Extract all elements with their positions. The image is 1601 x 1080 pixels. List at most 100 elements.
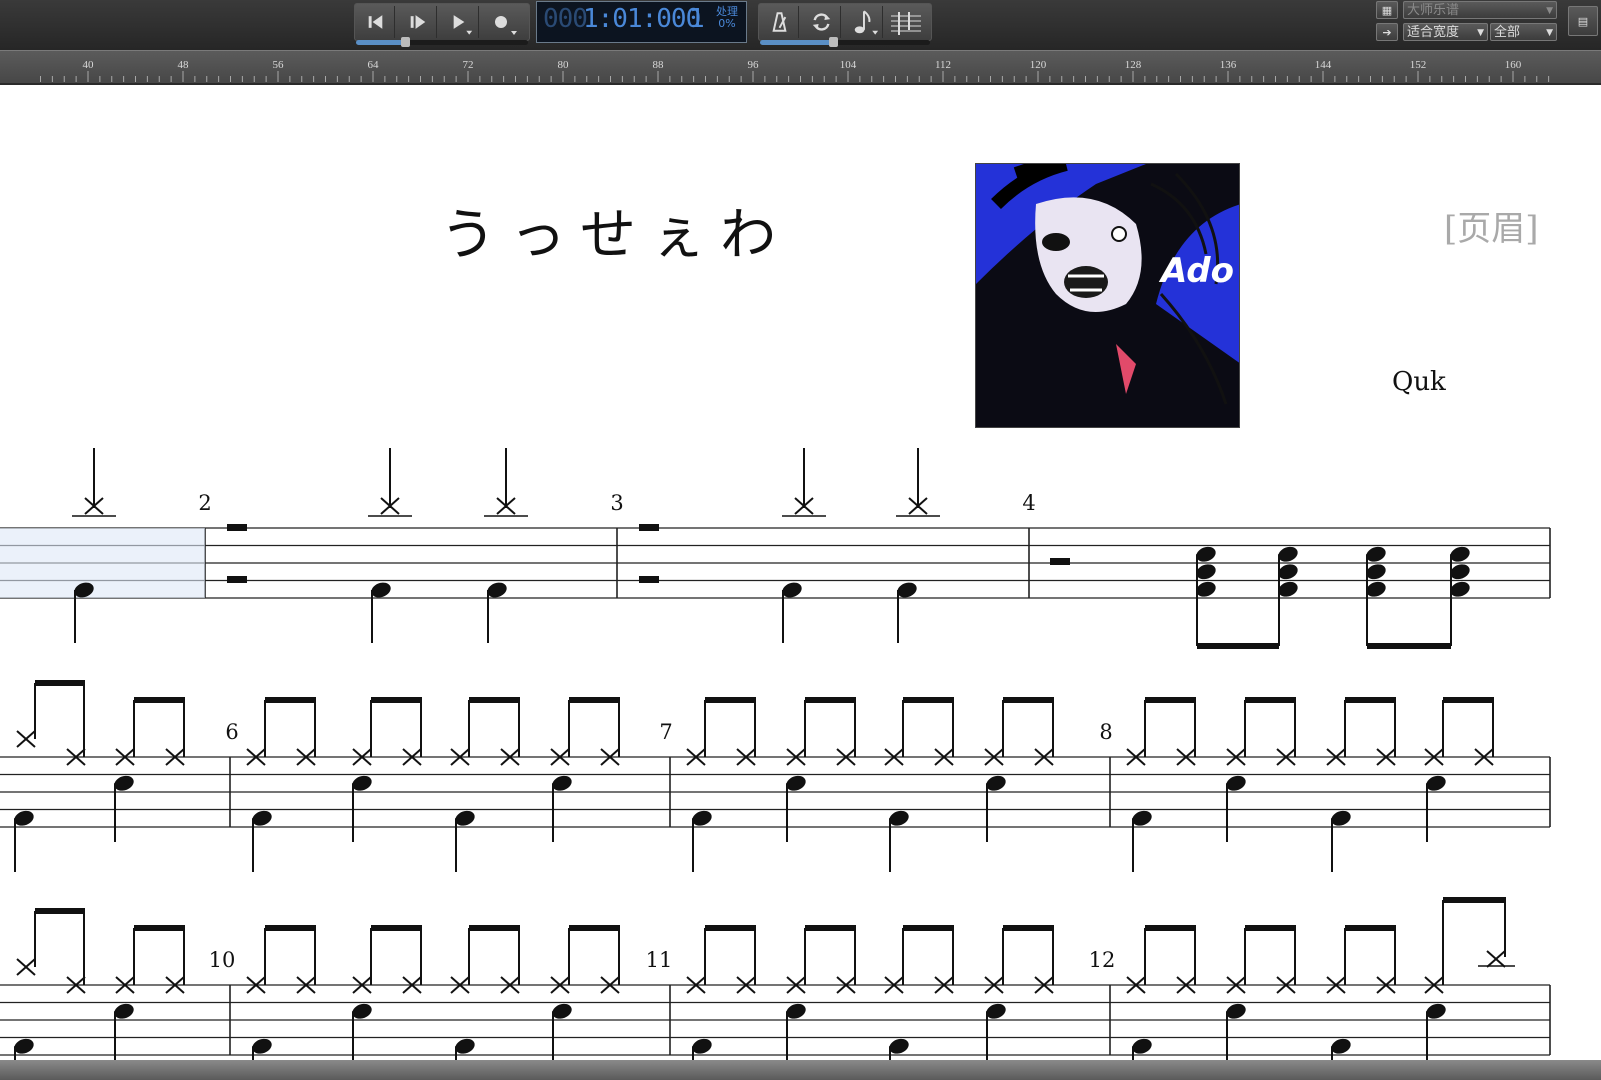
beam [1367, 643, 1451, 649]
selection-highlight [0, 528, 205, 598]
beam [1003, 697, 1054, 703]
ruler-tick-label: 88 [653, 59, 665, 71]
staff-view-icon [891, 12, 921, 35]
ruler-tick-label: 104 [840, 59, 857, 71]
beam [35, 908, 85, 914]
measure-number: 7 [659, 720, 672, 744]
measure-number: 12 [1089, 948, 1116, 972]
ruler-ticks: 40 48 56 64 72 80 88 96 104 112 120 128 136 144 152 160 [40, 59, 1550, 82]
measure-number: 11 [646, 948, 673, 972]
record-icon [495, 16, 517, 35]
beam [569, 925, 620, 931]
tools-group [758, 3, 932, 41]
beam [469, 925, 520, 931]
beam [35, 680, 85, 686]
rest [639, 576, 659, 583]
staff-view-button[interactable] [887, 6, 925, 38]
ruler-tick-label: 72 [463, 59, 474, 71]
ruler-tick-label: 112 [935, 59, 951, 71]
measure-number: 6 [225, 720, 238, 744]
beam [569, 697, 620, 703]
ruler-tick-label: 64 [368, 59, 380, 71]
beam [265, 697, 316, 703]
note-input-icon [854, 10, 879, 35]
beam [1245, 697, 1296, 703]
rest [227, 576, 247, 583]
play-button[interactable] [441, 6, 479, 38]
ruler-tick-label: 136 [1220, 59, 1237, 71]
measure-number: 2 [198, 491, 211, 515]
transport-toolbar: 000 1:01:000 1 处理 0% ▦ 大师乐谱 ▼ ➔ 适合宽度 ▼ 全部 ▼ [0, 0, 1601, 50]
beam [1197, 643, 1279, 649]
timeline-ruler[interactable]: 40 48 56 64 72 80 88 96 104 112 120 128 136 144 152 160 [0, 50, 1601, 85]
beam [134, 697, 185, 703]
counter-bar: 1 [689, 4, 705, 34]
tempo-slider[interactable] [760, 37, 930, 47]
record-button[interactable] [483, 6, 521, 38]
ruler-tick-label: 96 [748, 59, 760, 71]
beam [265, 925, 316, 931]
beam [469, 697, 520, 703]
status-bar [0, 1060, 1601, 1080]
drum-notation[interactable]: 2 3 4 6 7 8 10 11 12 [0, 85, 1601, 1060]
step-forward-icon [410, 15, 426, 29]
ruler-tick-label: 56 [273, 59, 285, 71]
measure-number: 3 [610, 491, 623, 515]
score-style-select[interactable]: 大师乐谱 ▼ [1403, 1, 1557, 19]
beam [1145, 697, 1196, 703]
ruler-tick-label: 48 [178, 59, 190, 71]
beam [705, 697, 756, 703]
beam [1443, 697, 1494, 703]
rest [639, 524, 659, 531]
playback-position-slider[interactable] [356, 37, 528, 47]
beam [903, 925, 954, 931]
beam [1345, 697, 1396, 703]
navigate-button[interactable]: ➔ [1376, 23, 1398, 41]
panel-icon: ▤ [1577, 15, 1589, 28]
counter-time: 1:01:000 [583, 4, 701, 34]
score-page[interactable]: うっせぇわ Ado [页眉] Quk 2 3 4 6 7 8 10 11 12 [0, 85, 1601, 1060]
measure-number: 10 [209, 948, 236, 972]
beam [371, 925, 422, 931]
beam [371, 697, 422, 703]
ruler-tick-label: 40 [83, 59, 95, 71]
step-forward-button[interactable] [399, 6, 437, 38]
counter-leading-digits: 000 [543, 4, 588, 34]
beam [1245, 925, 1296, 931]
transport-group [354, 3, 530, 41]
beam [1003, 925, 1054, 931]
layout-toggle-button[interactable]: ▦ [1376, 1, 1398, 19]
ruler-tick-label: 128 [1125, 59, 1142, 71]
play-icon [453, 15, 473, 35]
ruler-tick-label: 152 [1410, 59, 1427, 71]
panel-button[interactable]: ▤ [1568, 6, 1598, 36]
beam [1345, 925, 1396, 931]
arrow-right-icon: ➔ [1382, 26, 1392, 39]
beam [1443, 897, 1506, 903]
beam [134, 925, 185, 931]
ruler-tick-label: 144 [1315, 59, 1332, 71]
ruler-tick-label: 120 [1030, 59, 1047, 71]
measure-number: 4 [1022, 491, 1035, 515]
rewind-icon [368, 15, 383, 29]
rest [1050, 558, 1070, 565]
metronome-icon [772, 12, 787, 32]
loop-icon [812, 13, 831, 31]
note-input-button[interactable] [845, 6, 883, 38]
fit-width-select[interactable]: 适合宽度 ▼ [1403, 23, 1488, 41]
ruler-tick-label: 160 [1505, 59, 1522, 71]
metronome-button[interactable] [761, 6, 799, 38]
rest [227, 524, 247, 531]
beam [805, 697, 856, 703]
rewind-button[interactable] [357, 6, 395, 38]
beam [1145, 925, 1196, 931]
processing-status: 处理 0% [716, 5, 738, 30]
measure-number: 8 [1099, 720, 1112, 744]
beam [903, 697, 954, 703]
ruler-tick-label: 80 [558, 59, 570, 71]
layout-icon: ▦ [1381, 4, 1393, 17]
time-counter-display: 000 1:01:000 1 处理 0% [536, 1, 747, 43]
loop-button[interactable] [803, 6, 841, 38]
beam [805, 925, 856, 931]
range-select[interactable]: 全部 ▼ [1490, 23, 1557, 41]
